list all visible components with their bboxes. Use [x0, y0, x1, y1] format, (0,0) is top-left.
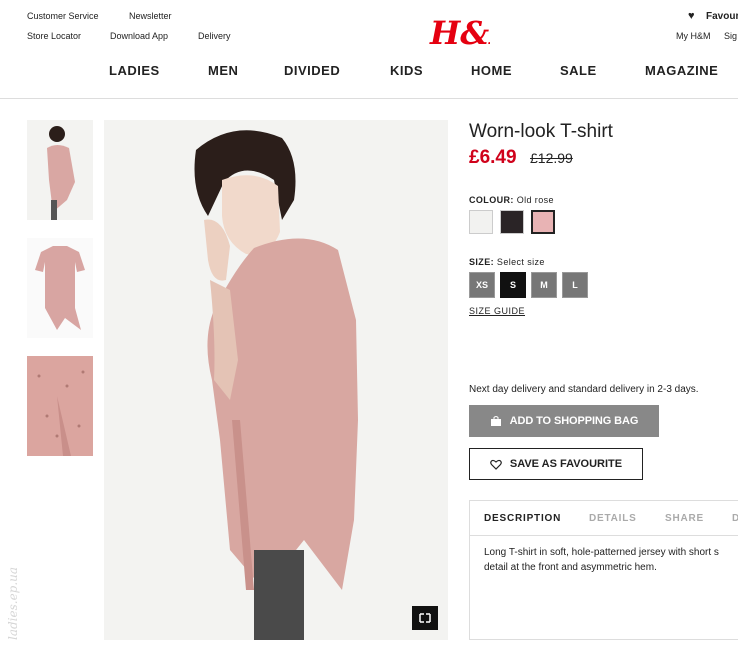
- description-line-2: detail at the front and asymmetric hem.: [484, 562, 657, 573]
- thumbnail-detail[interactable]: [27, 356, 93, 456]
- description-panel: Long T-shirt in soft, hole-patterned jer…: [469, 535, 738, 640]
- description-line-1: Long T-shirt in soft, hole-patterned jer…: [484, 547, 719, 558]
- save-favourite-label: SAVE AS FAVOURITE: [509, 458, 623, 470]
- sign-in-link[interactable]: Sig: [724, 31, 737, 41]
- nav-men[interactable]: MEN: [208, 63, 238, 78]
- tab-details[interactable]: DETAILS: [589, 513, 637, 524]
- delivery-link[interactable]: Delivery: [198, 31, 231, 41]
- thumbnail-list: [27, 120, 93, 474]
- nav-kids[interactable]: KIDS: [390, 63, 423, 78]
- size-s[interactable]: S: [500, 272, 526, 298]
- size-label-row: SIZE: Select size: [469, 257, 545, 267]
- bag-icon: [490, 416, 501, 426]
- tab-more[interactable]: D: [732, 513, 738, 524]
- heart-outline-icon: [490, 459, 502, 470]
- customer-service-link[interactable]: Customer Service: [27, 11, 99, 21]
- watermark: ladies.ep.ua: [6, 566, 20, 640]
- nav-ladies[interactable]: LADIES: [109, 63, 160, 78]
- swatch-old-rose[interactable]: [531, 210, 555, 234]
- thumbnail-model[interactable]: [27, 120, 93, 220]
- tab-share[interactable]: SHARE: [665, 513, 704, 524]
- nav-magazine[interactable]: MAGAZINE: [645, 63, 718, 78]
- fullscreen-button[interactable]: [412, 606, 438, 630]
- product-main-image[interactable]: [104, 120, 448, 640]
- info-tabs: DESCRIPTION DETAILS SHARE D: [469, 500, 738, 536]
- nav-sale[interactable]: SALE: [560, 63, 597, 78]
- size-xs[interactable]: XS: [469, 272, 495, 298]
- colour-value: Old rose: [516, 195, 554, 205]
- download-app-link[interactable]: Download App: [110, 31, 168, 41]
- model-illustration: [104, 120, 448, 640]
- logo-text: H&M: [429, 14, 490, 52]
- nav-divided[interactable]: DIVIDED: [284, 63, 340, 78]
- thumbnail-flat[interactable]: [27, 238, 93, 338]
- tab-description[interactable]: DESCRIPTION: [484, 513, 561, 524]
- hm-logo[interactable]: H&M: [428, 12, 490, 52]
- save-favourite-button[interactable]: SAVE AS FAVOURITE: [469, 448, 643, 480]
- favourites-link[interactable]: Favour: [706, 11, 738, 22]
- expand-icon: [419, 613, 431, 623]
- add-to-bag-button[interactable]: ADD TO SHOPPING BAG: [469, 405, 659, 437]
- size-l[interactable]: L: [562, 272, 588, 298]
- description-text: Long T-shirt in soft, hole-patterned jer…: [484, 545, 738, 575]
- colour-label-row: COLOUR: Old rose: [469, 195, 554, 205]
- heart-icon[interactable]: ♥: [688, 10, 695, 22]
- my-account-link[interactable]: My H&M: [676, 31, 711, 41]
- store-locator-link[interactable]: Store Locator: [27, 31, 81, 41]
- add-to-bag-label: ADD TO SHOPPING BAG: [509, 415, 639, 427]
- colour-label: COLOUR:: [469, 195, 514, 205]
- delivery-note: Next day delivery and standard delivery …: [469, 384, 699, 395]
- swatch-black[interactable]: [500, 210, 524, 234]
- nav-home[interactable]: HOME: [471, 63, 512, 78]
- size-label: SIZE:: [469, 257, 495, 267]
- site-header: Customer Service Newsletter Store Locato…: [0, 0, 738, 99]
- product-title: Worn-look T-shirt: [469, 121, 613, 142]
- newsletter-link[interactable]: Newsletter: [129, 11, 172, 21]
- size-m[interactable]: M: [531, 272, 557, 298]
- size-value: Select size: [496, 257, 545, 267]
- original-price: £12.99: [530, 150, 573, 166]
- size-guide-link[interactable]: SIZE GUIDE: [469, 306, 525, 316]
- swatch-white[interactable]: [469, 210, 493, 234]
- sale-price: £6.49: [469, 147, 517, 168]
